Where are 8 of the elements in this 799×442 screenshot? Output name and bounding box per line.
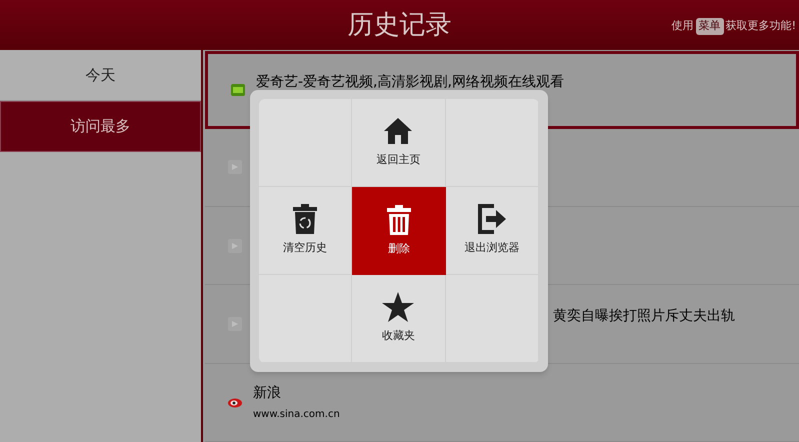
menu-hint-text: 获取更多功能! bbox=[726, 18, 796, 34]
menu-hint-text: 使用 bbox=[672, 18, 694, 34]
menu-key-label: 菜单 bbox=[696, 18, 724, 34]
history-title: 黄奕自曝挨打照片斥丈夫出轨 bbox=[553, 307, 735, 326]
page-title: 历史记录 bbox=[348, 8, 452, 42]
history-title: 新浪 bbox=[253, 384, 282, 403]
history-url: www.sina.com.cn bbox=[253, 408, 340, 422]
history-title: 爱奇艺-爱奇艺视频,高清影视剧,网络视频在线观看 bbox=[256, 73, 564, 92]
